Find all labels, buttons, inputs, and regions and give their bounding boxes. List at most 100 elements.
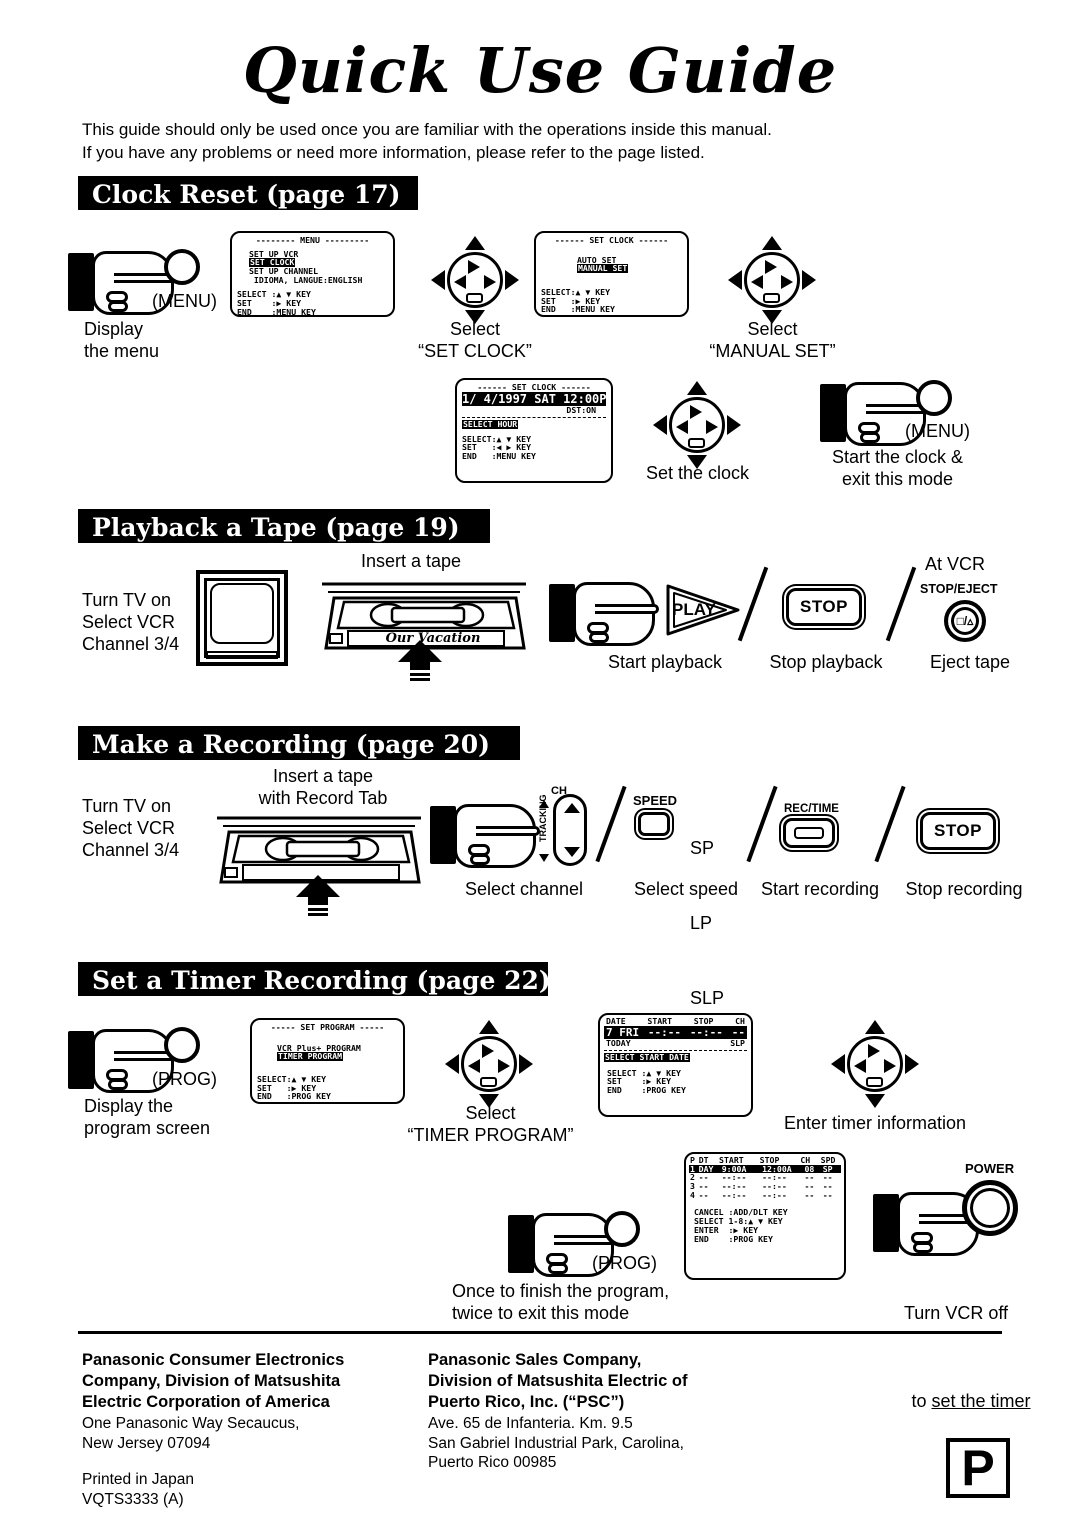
- channel-up-icon[interactable]: [564, 803, 580, 813]
- osd-clock-set-screen: ------ SET CLOCK ------ 1/ 4/1997 SAT 12…: [455, 378, 613, 483]
- osd-row4-start[interactable]: --:--: [722, 1191, 762, 1200]
- pad-key-center-icon[interactable]: [763, 293, 780, 303]
- pad-key-left-icon[interactable]: [676, 420, 688, 434]
- arrow-left-icon[interactable]: [445, 1054, 459, 1074]
- prog-finish-button[interactable]: [604, 1211, 640, 1247]
- pad-key-left-icon[interactable]: [468, 1059, 480, 1073]
- arrow-right-icon[interactable]: [802, 270, 816, 290]
- osd-item-timer-program[interactable]: TIMER PROGRAM: [277, 1052, 344, 1062]
- osd-set-clock-screen: ------ SET CLOCK ------ AUTO SET MANUAL …: [534, 231, 689, 317]
- section-heading-timer: Set a Timer Recording (page 22): [78, 962, 551, 996]
- osd-stop-value[interactable]: --:--: [690, 1027, 723, 1039]
- pad-key-up-icon[interactable]: [868, 1044, 880, 1058]
- arrow-right-icon[interactable]: [905, 1054, 919, 1074]
- arrow-right-icon[interactable]: [727, 415, 741, 435]
- osd-start-value[interactable]: --:--: [648, 1027, 681, 1039]
- sleeve-icon: [430, 806, 456, 864]
- tracking-control-icon[interactable]: TRACKING: [536, 795, 550, 862]
- osd-speed-value[interactable]: SLP: [730, 1039, 745, 1048]
- arrow-up-icon[interactable]: [687, 381, 707, 395]
- select-speed-caption: Select speed: [633, 879, 739, 899]
- arrow-up-icon[interactable]: [762, 236, 782, 250]
- rec-time-button[interactable]: [783, 818, 835, 848]
- channel-down-icon[interactable]: [564, 847, 580, 857]
- cursor-pad-set-the-clock[interactable]: [653, 381, 741, 469]
- arrow-down-icon[interactable]: [865, 1094, 885, 1108]
- arrow-left-icon[interactable]: [653, 415, 667, 435]
- menu-button[interactable]: [164, 249, 200, 285]
- pad-key-up-icon[interactable]: [765, 260, 777, 274]
- osd-row4-ch[interactable]: --: [804, 1191, 822, 1200]
- cursor-pad-select-manual-set[interactable]: [728, 236, 816, 324]
- osd-row4-spd[interactable]: --: [823, 1191, 840, 1200]
- pad-key-right-icon[interactable]: [884, 1059, 896, 1073]
- cursor-pad-enter-timer-info[interactable]: [831, 1020, 919, 1108]
- osd-row4-dt[interactable]: --: [699, 1191, 722, 1200]
- arrow-left-icon[interactable]: [431, 270, 445, 290]
- pad-key-left-icon[interactable]: [751, 275, 763, 289]
- osd-item-manual-set[interactable]: MANUAL SET: [577, 264, 629, 274]
- stop-button-playback[interactable]: STOP: [786, 588, 862, 626]
- pad-key-right-icon[interactable]: [498, 1059, 510, 1073]
- cursor-pad-select-timer-program[interactable]: [445, 1020, 533, 1108]
- divider-slash: [746, 785, 778, 863]
- sleeve-icon: [873, 1194, 899, 1252]
- quick-use-guide-page: Quick Use Guide This guide should only b…: [0, 0, 1080, 1533]
- set-timer-link[interactable]: set the timer: [931, 1391, 1030, 1411]
- pad-key-center-icon[interactable]: [688, 438, 705, 448]
- tracking-label: TRACKING: [538, 794, 548, 843]
- osd-date-value[interactable]: 7 FRI: [606, 1027, 639, 1039]
- menu-exit-button-label: (MENU): [905, 421, 970, 441]
- pad-key-center-icon[interactable]: [480, 1077, 497, 1087]
- pad-key-right-icon[interactable]: [781, 275, 793, 289]
- section-heading-clock-reset: Clock Reset (page 17): [78, 176, 418, 210]
- speed-option-lp: LP: [690, 913, 713, 933]
- arrow-left-icon[interactable]: [831, 1054, 845, 1074]
- stop-button-recording[interactable]: STOP: [920, 812, 996, 850]
- arrow-up-icon[interactable]: [865, 1020, 885, 1034]
- play-button[interactable]: PLAY: [664, 582, 742, 638]
- index-finger-icon: [476, 826, 540, 836]
- pad-key-up-icon[interactable]: [468, 260, 480, 274]
- power-button[interactable]: [962, 1180, 1018, 1236]
- channel-rocker-button[interactable]: [553, 794, 587, 866]
- osd-clockset-key-end: END :MENU KEY: [462, 451, 536, 462]
- arrow-right-icon[interactable]: [505, 270, 519, 290]
- arrow-up-icon[interactable]: [465, 236, 485, 250]
- footer-company-2-name: Panasonic Sales Company, Division of Mat…: [428, 1351, 688, 1411]
- osd-col-stop: STOP: [693, 1016, 714, 1026]
- speed-button[interactable]: [638, 812, 670, 836]
- sleeve-icon: [68, 253, 94, 311]
- osd-col-ch: CH: [735, 1016, 745, 1026]
- osd-row4-stop[interactable]: --:--: [762, 1191, 804, 1200]
- sleeve-icon: [820, 384, 846, 442]
- pad-key-left-icon[interactable]: [854, 1059, 866, 1073]
- pad-key-center-icon[interactable]: [866, 1077, 883, 1087]
- arrow-right-icon[interactable]: [519, 1054, 533, 1074]
- osd-menu-item-idioma-langue[interactable]: IDIOMA, LANGUE:ENGLISH: [237, 276, 388, 285]
- osd-timer-date-screen: DATE START STOP CH 7 FRI --:-- --:-- -- …: [598, 1013, 753, 1117]
- pad-key-right-icon[interactable]: [484, 275, 496, 289]
- rec-time-label: REC/TIME: [784, 803, 839, 815]
- display-program-screen-caption: Display the program screen: [84, 1096, 211, 1138]
- pad-key-up-icon[interactable]: [482, 1044, 494, 1058]
- pad-key-left-icon[interactable]: [454, 275, 466, 289]
- pad-key-right-icon[interactable]: [706, 420, 718, 434]
- osd-ch-value[interactable]: --: [732, 1027, 745, 1039]
- cursor-pad-select-set-clock[interactable]: [431, 236, 519, 324]
- osd-clock-dst[interactable]: DST:ON: [462, 406, 606, 415]
- table-row[interactable]: 4 -- --:-- --:-- -- --: [689, 1191, 841, 1200]
- arrow-up-icon[interactable]: [479, 1020, 499, 1034]
- insert-arrow-up-icon: [396, 640, 444, 689]
- arrow-left-icon[interactable]: [728, 270, 742, 290]
- pad-key-up-icon[interactable]: [690, 405, 702, 419]
- pad-key-center-icon[interactable]: [466, 293, 483, 303]
- prog-button[interactable]: [164, 1027, 200, 1063]
- osd-menu-header: -------- MENU ---------: [255, 235, 370, 245]
- start-recording-caption: Start recording: [760, 879, 880, 899]
- speed-option-sp: SP: [690, 838, 715, 858]
- osd-set-program-screen: ----- SET PROGRAM ----- VCR Plus+ PROGRA…: [250, 1018, 405, 1104]
- osd-date-row[interactable]: 7 FRI --:-- --:-- --: [604, 1025, 747, 1040]
- menu-exit-button[interactable]: [916, 380, 952, 416]
- osd-clock-datetime[interactable]: 1/ 4/1997 SAT 12:00PM: [462, 391, 611, 407]
